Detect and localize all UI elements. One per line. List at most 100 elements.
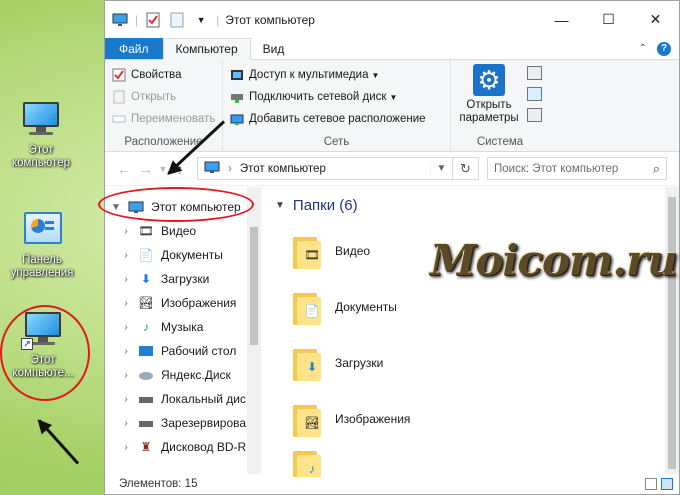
open-button[interactable]: Открыть (111, 86, 216, 108)
refresh-button[interactable]: ↻ (453, 157, 479, 180)
nav-item-downloads[interactable]: › ⬇ Загрузки (105, 267, 261, 291)
address-bar-row: ← → ▼ ↑ › Этот компьютер ▼ ↻ Поиск: Этот… (105, 152, 679, 186)
breadcrumb-current[interactable]: Этот компьютер (240, 163, 326, 175)
nav-item-documents[interactable]: › 📄 Документы (105, 243, 261, 267)
details-view-icon[interactable] (645, 478, 657, 490)
rename-label: Переименовать (131, 113, 216, 125)
desktop-icon-label: Панель управления (10, 254, 74, 279)
nav-item-desktop[interactable]: › Рабочий стол (105, 339, 261, 363)
nav-item-pictures[interactable]: › 🏞 Изображения (105, 291, 261, 315)
open-settings-label: Открыть параметры (459, 99, 519, 124)
folder-label: Видео (335, 244, 371, 258)
chevron-right-icon[interactable]: › (119, 298, 133, 309)
search-placeholder: Поиск: Этот компьютер (494, 162, 619, 175)
chevron-right-icon[interactable]: › (119, 346, 133, 357)
tab-file[interactable]: Файл (105, 38, 163, 59)
tab-view[interactable]: Вид (251, 38, 297, 59)
chevron-down-icon: ▼ (371, 70, 380, 80)
desktop-icon (137, 343, 155, 359)
refresh-icon: ↻ (460, 160, 471, 176)
nav-item-label: Зарезервирова (161, 416, 247, 430)
search-icon: ⌕ (652, 160, 660, 176)
status-bar: Элементов: 15 (105, 474, 679, 494)
yandex-disk-icon (137, 367, 155, 383)
back-arrow-icon[interactable]: ← (113, 161, 135, 177)
large-icons-view-icon[interactable] (661, 478, 673, 490)
collapse-ribbon-icon[interactable]: ⌃ (639, 43, 647, 54)
folder-label: Документы (335, 300, 397, 314)
chevron-down-icon[interactable]: ▼ (275, 200, 285, 211)
desktop-icon-label: Этот компьютер (12, 144, 70, 169)
nav-item-label: Документы (161, 248, 223, 262)
add-location-icon (229, 111, 245, 127)
chevron-right-icon[interactable]: › (119, 322, 133, 333)
open-label: Открыть (131, 91, 177, 103)
video-folder-icon: 🎞 (293, 233, 321, 269)
nav-item-label: Дисковод BD-R (161, 440, 247, 454)
close-button[interactable]: ✕ (632, 1, 679, 38)
system-properties-icon[interactable] (527, 87, 542, 101)
computer-icon (19, 100, 63, 140)
main-pane: ▼ Папки (6) 🎞 Видео 📄 Документы ⬇ Загруз… (261, 187, 679, 477)
nav-this-pc-highlight (98, 187, 254, 222)
map-drive-button[interactable]: Подключить сетевой диск ▼ (229, 86, 444, 108)
media-access-label: Доступ к мультимедиа (249, 69, 369, 81)
computer-icon (111, 11, 129, 29)
ribbon-tabs: Файл Компьютер Вид ⌃ ? (105, 38, 679, 60)
content-area: ▼ Этот компьютер › 🎞 Видео › 📄 Документы › ⬇ З… (105, 187, 679, 477)
manage-icon[interactable] (527, 108, 542, 122)
customize-quick-access-icon[interactable]: ▼ (192, 11, 210, 29)
nav-item-bd-drive[interactable]: › ♜ Дисковод BD-R (105, 435, 261, 459)
minimize-button[interactable]: — (538, 1, 585, 38)
map-drive-label: Подключить сетевой диск (249, 91, 387, 103)
chevron-down-icon[interactable]: ▼ (430, 163, 452, 174)
main-scrollbar[interactable] (665, 187, 679, 474)
nav-item-yandex-disk[interactable]: › Яндекс.Диск (105, 363, 261, 387)
chevron-right-icon[interactable]: › (119, 250, 133, 261)
ribbon: Свойства Открыть Переименовать Расположе… (105, 60, 679, 152)
chevron-right-icon[interactable]: › (119, 226, 133, 237)
desktop-shortcut-highlight (0, 305, 90, 401)
forward-arrow-icon[interactable]: → (135, 161, 157, 177)
open-icon (111, 89, 127, 105)
folders-group-header[interactable]: ▼ Папки (6) (275, 187, 679, 223)
ribbon-group-network: Доступ к мультимедиа ▼ Подключить сетево… (223, 60, 451, 151)
nav-item-music[interactable]: › ♪ Музыка (105, 315, 261, 339)
desktop-icon-this-pc[interactable]: Этот компьютер (2, 100, 80, 170)
uninstall-icon[interactable] (527, 66, 542, 80)
scrollbar-thumb[interactable] (250, 227, 258, 345)
chevron-right-icon[interactable]: › (119, 274, 133, 285)
chevron-right-icon[interactable]: › (119, 442, 133, 453)
folder-item[interactable]: ⬇ Загрузки (275, 335, 679, 391)
maximize-button[interactable]: ☐ (585, 1, 632, 38)
gear-icon: ⚙ (473, 64, 505, 96)
add-location-button[interactable]: Добавить сетевое расположение (229, 108, 444, 130)
address-field[interactable]: › Этот компьютер ▼ (197, 157, 453, 180)
chevron-right-icon[interactable]: › (119, 370, 133, 381)
chevron-right-icon[interactable]: › (119, 418, 133, 429)
rename-button[interactable]: Переименовать (111, 108, 216, 130)
documents-icon: 📄 (138, 248, 154, 262)
nav-item-label: Локальный дис (161, 392, 246, 406)
bd-drive-icon: ♜ (140, 440, 152, 454)
folder-item[interactable]: 📄 Документы (275, 279, 679, 335)
desktop-icon-control-panel[interactable]: Панель управления (3, 210, 81, 280)
nav-item-video[interactable]: › 🎞 Видео (105, 219, 261, 243)
reserved-disk-icon (137, 415, 155, 431)
nav-item-reserved-disk[interactable]: › Зарезервирова (105, 411, 261, 435)
tab-computer[interactable]: Компьютер (162, 38, 251, 60)
search-input[interactable]: Поиск: Этот компьютер ⌕ (487, 157, 667, 180)
properties-button[interactable]: Свойства (111, 64, 216, 86)
folder-label: Загрузки (335, 356, 384, 370)
properties-quick-icon[interactable] (144, 11, 162, 29)
folder-item[interactable]: ♪ (275, 447, 679, 477)
folder-item[interactable]: 🏞 Изображения (275, 391, 679, 447)
nav-item-label: Яндекс.Диск (161, 368, 231, 382)
chevron-right-icon[interactable]: › (119, 394, 133, 405)
nav-item-local-disk[interactable]: › Локальный дис (105, 387, 261, 411)
new-folder-quick-icon[interactable] (168, 11, 186, 29)
nav-scrollbar[interactable] (247, 187, 261, 474)
help-icon[interactable]: ? (657, 41, 671, 56)
media-access-button[interactable]: Доступ к мультимедиа ▼ (229, 64, 444, 86)
ribbon-group-system: ⚙ Открыть параметры Система (451, 60, 549, 151)
